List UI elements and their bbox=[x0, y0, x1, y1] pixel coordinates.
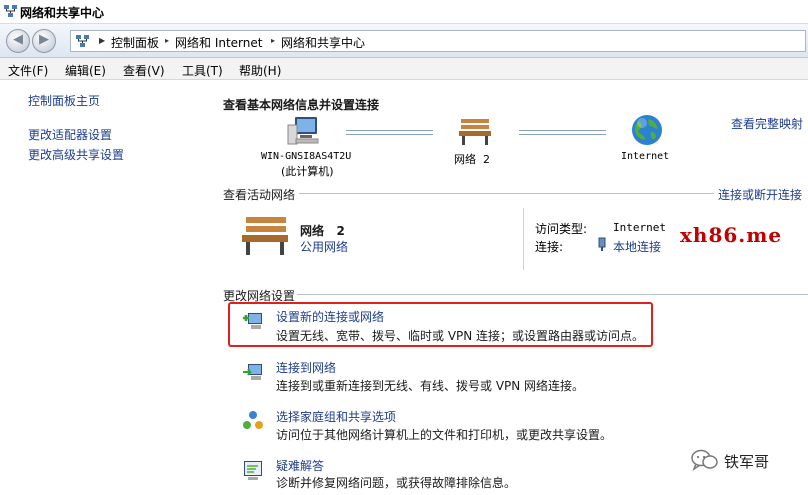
connection-line bbox=[346, 130, 433, 135]
active-networks-title: 查看活动网络 bbox=[223, 188, 296, 202]
connection-line bbox=[519, 130, 606, 135]
computer-name: WIN-GNSI8AS4T2U bbox=[261, 151, 352, 162]
task-title-connect-network[interactable]: 连接到网络 bbox=[276, 359, 336, 376]
public-network-link[interactable]: 公用网络 bbox=[300, 238, 348, 255]
troubleshoot-icon bbox=[244, 461, 262, 480]
menu-view[interactable]: 查看(V) bbox=[123, 62, 165, 79]
basic-info-heading: 查看基本网络信息并设置连接 bbox=[223, 98, 380, 112]
view-full-map-link[interactable]: 查看完整映射 bbox=[731, 115, 803, 132]
menu-tools[interactable]: 工具(T) bbox=[182, 62, 223, 79]
connect-network-icon bbox=[243, 364, 262, 380]
access-type-label: 访问类型: bbox=[535, 222, 588, 236]
menu-file[interactable]: 文件(F) bbox=[8, 62, 48, 79]
main-content: 查看基本网络信息并设置连接 查看完整映射 WIN-GNSI8AS4T2U (此计… bbox=[213, 81, 808, 495]
homegroup-icon bbox=[243, 411, 263, 429]
task-desc-homegroup: 访问位于其他网络计算机上的文件和打印机，或更改共享设置。 bbox=[276, 428, 613, 442]
new-connection-icon bbox=[243, 313, 262, 329]
arrow-right-icon: ▶ bbox=[39, 32, 49, 47]
breadcrumb-network-internet[interactable]: 网络和 Internet bbox=[175, 34, 262, 51]
wechat-watermark: 铁军哥 bbox=[688, 447, 803, 473]
change-adapter-settings-link[interactable]: 更改适配器设置 bbox=[28, 126, 112, 143]
wechat-account-name: 铁军哥 bbox=[724, 453, 770, 471]
section-divider bbox=[299, 193, 714, 194]
connection-label: 连接: bbox=[535, 240, 564, 254]
public-network-bench-icon bbox=[242, 217, 288, 255]
section-divider bbox=[297, 294, 808, 295]
title-bar: 网络和共享中心 bbox=[0, 0, 808, 24]
network-center-icon bbox=[76, 35, 89, 47]
breadcrumb-sharing-center[interactable]: 网络和共享中心 bbox=[281, 34, 365, 51]
task-desc-new-connection: 设置无线、宽带、拨号、临时或 VPN 连接；或设置路由器或访问点。 bbox=[276, 329, 645, 343]
access-type-value: Internet bbox=[613, 221, 666, 234]
breadcrumb-arrow-icon[interactable]: ▶ bbox=[99, 36, 105, 45]
vertical-divider bbox=[523, 208, 524, 270]
watermark-text: xh86.me bbox=[680, 223, 783, 247]
computer-icon bbox=[287, 117, 319, 145]
computer-subtitle: (此计算机) bbox=[281, 165, 334, 178]
window-title: 网络和共享中心 bbox=[20, 6, 105, 20]
sidebar: 控制面板主页 更改适配器设置 更改高级共享设置 bbox=[0, 81, 213, 495]
connect-disconnect-link[interactable]: 连接或断开连接 bbox=[718, 186, 802, 203]
map-internet-label: Internet bbox=[621, 151, 670, 162]
arrow-left-icon: ◀ bbox=[13, 32, 23, 47]
map-network-name: 网络 2 bbox=[454, 153, 490, 166]
address-bar[interactable]: ▶ 控制面板 ▸ 网络和 Internet ▸ 网络和共享中心 bbox=[70, 30, 806, 52]
menu-bar: 文件(F) 编辑(E) 查看(V) 工具(T) 帮助(H) bbox=[0, 58, 808, 80]
task-desc-connect-network: 连接到或重新连接到无线、有线、拨号或 VPN 网络连接。 bbox=[276, 379, 585, 393]
breadcrumb-control-panel[interactable]: 控制面板 bbox=[111, 34, 159, 51]
internet-globe-icon bbox=[632, 115, 662, 145]
breadcrumb-arrow-icon[interactable]: ▸ bbox=[271, 36, 275, 45]
ethernet-adapter-icon bbox=[598, 237, 606, 251]
menu-help[interactable]: 帮助(H) bbox=[239, 62, 281, 79]
task-desc-troubleshoot: 诊断并修复网络问题，或获得故障排除信息。 bbox=[276, 476, 517, 490]
change-advanced-sharing-link[interactable]: 更改高级共享设置 bbox=[28, 146, 124, 163]
address-toolbar: ◀ ▶ ▶ 控制面板 ▸ 网络和 Internet ▸ 网络和共享中心 bbox=[0, 24, 808, 58]
task-title-homegroup[interactable]: 选择家庭组和共享选项 bbox=[276, 408, 396, 425]
back-button[interactable]: ◀ bbox=[6, 29, 30, 53]
wechat-icon bbox=[691, 449, 718, 471]
bench-icon bbox=[459, 119, 491, 145]
task-title-new-connection[interactable]: 设置新的连接或网络 bbox=[276, 308, 384, 325]
breadcrumb-arrow-icon[interactable]: ▸ bbox=[165, 36, 169, 45]
menu-edit[interactable]: 编辑(E) bbox=[65, 62, 106, 79]
forward-button[interactable]: ▶ bbox=[32, 29, 56, 53]
active-network-name: 网络 2 bbox=[300, 224, 345, 238]
control-panel-home-link[interactable]: 控制面板主页 bbox=[28, 92, 100, 109]
task-title-troubleshoot[interactable]: 疑难解答 bbox=[276, 457, 324, 474]
local-connection-link[interactable]: 本地连接 bbox=[613, 238, 661, 255]
network-center-icon bbox=[4, 5, 17, 17]
